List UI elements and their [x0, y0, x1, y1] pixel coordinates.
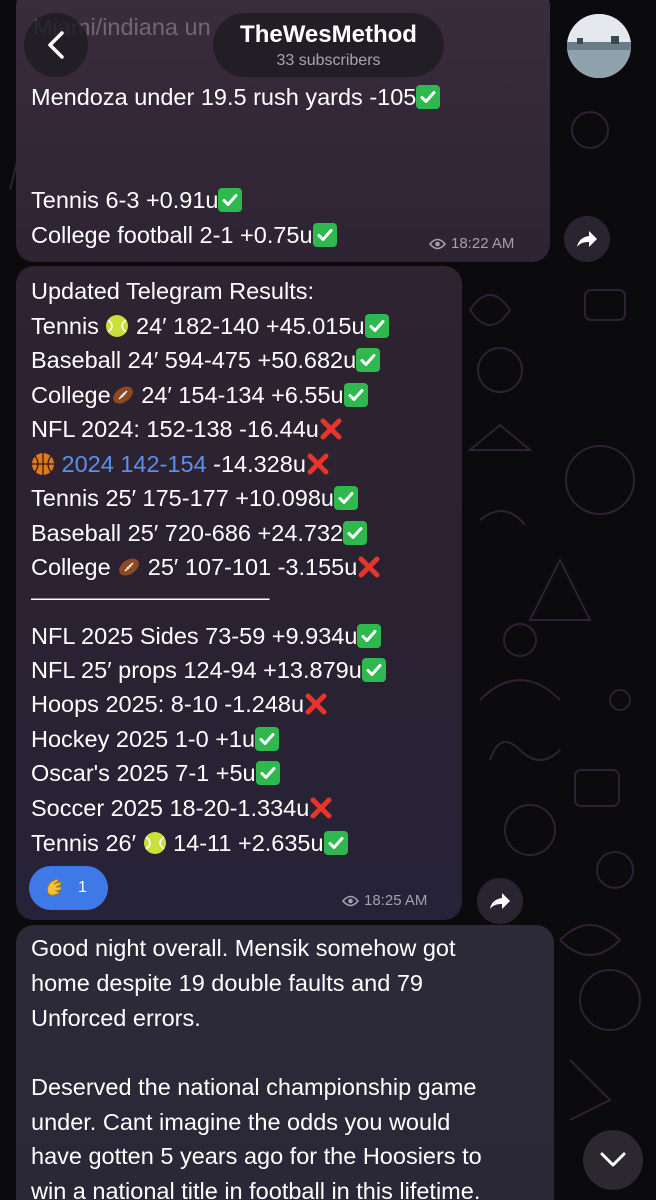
line-text: Hockey 2025 1-0 +1u	[31, 726, 256, 752]
message1-line-3: College football 2-1 +0.75u	[31, 218, 337, 252]
cross-mark-icon	[305, 693, 327, 715]
check-mark-icon	[255, 727, 280, 751]
avatar-image	[567, 14, 631, 78]
message2-title: Updated Telegram Results:	[31, 278, 315, 304]
message1-time: 18:22 AM	[451, 235, 515, 252]
message3-line: Unforced errors.	[31, 1005, 201, 1031]
message1-text-1: Mendoza under 19.5 rush yards -105	[31, 84, 417, 110]
message-bubble-3: Good night overall. Mensik somehow got h…	[16, 925, 554, 1200]
message3-line: home despite 19 double faults and 79	[31, 970, 423, 996]
check-mark-icon	[364, 314, 389, 338]
check-mark-icon	[416, 85, 441, 109]
message2-line: Baseball 24′ 594-475 +50.682u	[31, 343, 381, 377]
cross-mark-icon	[358, 556, 380, 578]
message-bubble-2: Updated Telegram Results: Tennis 24′ 182…	[16, 266, 462, 920]
message2-line: NFL 2025 Sides 73-59 +9.934u	[31, 619, 382, 653]
back-button[interactable]	[24, 13, 88, 77]
check-mark-icon	[343, 383, 368, 407]
message3-line: under. Cant imagine the odds you would	[31, 1109, 451, 1135]
tennis-ball-icon	[143, 832, 166, 854]
line-text: Baseball 24′ 594-475 +50.682u	[31, 347, 357, 373]
message1-line-2: Tennis 6-3 +0.91u	[31, 183, 243, 217]
line-text: College	[31, 554, 118, 580]
message2-line: College 25′ 107-101 -3.155u	[31, 550, 381, 584]
channel-avatar[interactable]	[567, 14, 631, 78]
message1-line-1: Mendoza under 19.5 rush yards -105	[31, 80, 441, 114]
check-mark-icon	[218, 188, 243, 212]
share-button-1[interactable]	[564, 216, 610, 262]
line-text: 14-11 +2.635u	[166, 830, 324, 856]
views-eye-icon	[429, 238, 446, 249]
line-text: Tennis 26′	[31, 830, 143, 856]
message1-meta: 18:22 AM	[429, 235, 514, 252]
line-text: Tennis 25′ 175-177 +10.098u	[31, 485, 334, 511]
message3-line: Deserved the national championship game	[31, 1074, 477, 1100]
message2-meta: 18:25 AM	[342, 892, 427, 909]
check-mark-icon	[255, 761, 280, 785]
share-arrow-icon	[577, 231, 597, 247]
message2-line: Tennis 25′ 175-177 +10.098u	[31, 481, 358, 515]
message3-line: win a national title in football in this…	[31, 1178, 481, 1200]
reaction-chip[interactable]: 1	[29, 866, 108, 910]
scroll-to-bottom-button[interactable]	[583, 1130, 643, 1190]
line-text: College	[31, 382, 111, 408]
message3-line: have gotten 5 years ago for the Hoosiers…	[31, 1143, 482, 1169]
check-mark-icon	[361, 658, 386, 682]
chevron-down-icon	[600, 1152, 626, 1167]
channel-name: TheWesMethod	[240, 20, 417, 48]
message2-time: 18:25 AM	[364, 892, 428, 909]
subscriber-count: 33 subscribers	[276, 51, 381, 69]
reaction-count: 1	[78, 879, 87, 896]
message1-text-2: Tennis 6-3 +0.91u	[31, 187, 219, 213]
message3-line: Good night overall. Mensik somehow got	[31, 935, 456, 961]
check-mark-icon	[356, 348, 381, 372]
share-button-2[interactable]	[477, 878, 523, 924]
line-text: 24′ 182-140 +45.015u	[129, 313, 365, 339]
message2-line: College 24′ 154-134 +6.55u	[31, 378, 368, 412]
message2-line: NFL 2024: 152-138 -16.44u	[31, 412, 343, 446]
american-football-icon	[119, 558, 140, 576]
american-football-icon	[112, 386, 133, 404]
divider-line: ———————————	[31, 584, 269, 610]
line-text: 25′ 107-101 -3.155u	[141, 554, 358, 580]
message2-line: Oscar's 2025 7-1 +5u	[31, 756, 280, 790]
cross-mark-icon	[320, 418, 342, 440]
cross-mark-icon	[307, 453, 329, 475]
line-text: Baseball 25′ 720-686 +24.732	[31, 520, 344, 546]
channel-header[interactable]: TheWesMethod 33 subscribers	[213, 13, 444, 77]
line-text: NFL 2025 Sides 73-59 +9.934u	[31, 623, 358, 649]
tennis-ball-icon	[106, 315, 129, 337]
clapping-hands-icon	[46, 878, 62, 896]
check-mark-icon	[312, 223, 337, 247]
line-text: Hoops 2025: 8-10 -1.248u	[31, 691, 305, 717]
line-text: Tennis	[31, 313, 106, 339]
line-text: NFL 25′ props 124-94 +13.879u	[31, 657, 362, 683]
line-text: -14.328u	[206, 451, 306, 477]
check-mark-icon	[333, 486, 358, 510]
line-text: 24′ 154-134 +6.55u	[134, 382, 344, 408]
cross-mark-icon	[310, 797, 332, 819]
line-text: Oscar's 2025 7-1 +5u	[31, 760, 256, 786]
message2-line: Soccer 2025 18-20-1.334u	[31, 791, 333, 825]
hashtag-link[interactable]: 2024 142-154	[62, 451, 207, 477]
check-mark-icon	[343, 521, 368, 545]
message2-line: Hoops 2025: 8-10 -1.248u	[31, 687, 328, 721]
share-arrow-icon	[490, 893, 510, 909]
line-text: NFL 2024: 152-138 -16.44u	[31, 416, 319, 442]
check-mark-icon	[323, 831, 348, 855]
line-text: Soccer 2025 18-20-1.334u	[31, 795, 310, 821]
message2-line: Hockey 2025 1-0 +1u	[31, 722, 280, 756]
message2-line: Baseball 25′ 720-686 +24.732	[31, 516, 368, 550]
views-eye-icon	[342, 895, 359, 906]
chevron-left-icon	[48, 31, 64, 59]
message2-line: NFL 25′ props 124-94 +13.879u	[31, 653, 386, 687]
message2-line: 2024 142-154 -14.328u	[31, 447, 330, 481]
check-mark-icon	[357, 624, 382, 648]
message2-line: Tennis 26′ 14-11 +2.635u	[31, 826, 348, 860]
message2-line: Tennis 24′ 182-140 +45.015u	[31, 309, 389, 343]
basketball-icon	[32, 453, 54, 475]
message1-text-3: College football 2-1 +0.75u	[31, 222, 313, 248]
